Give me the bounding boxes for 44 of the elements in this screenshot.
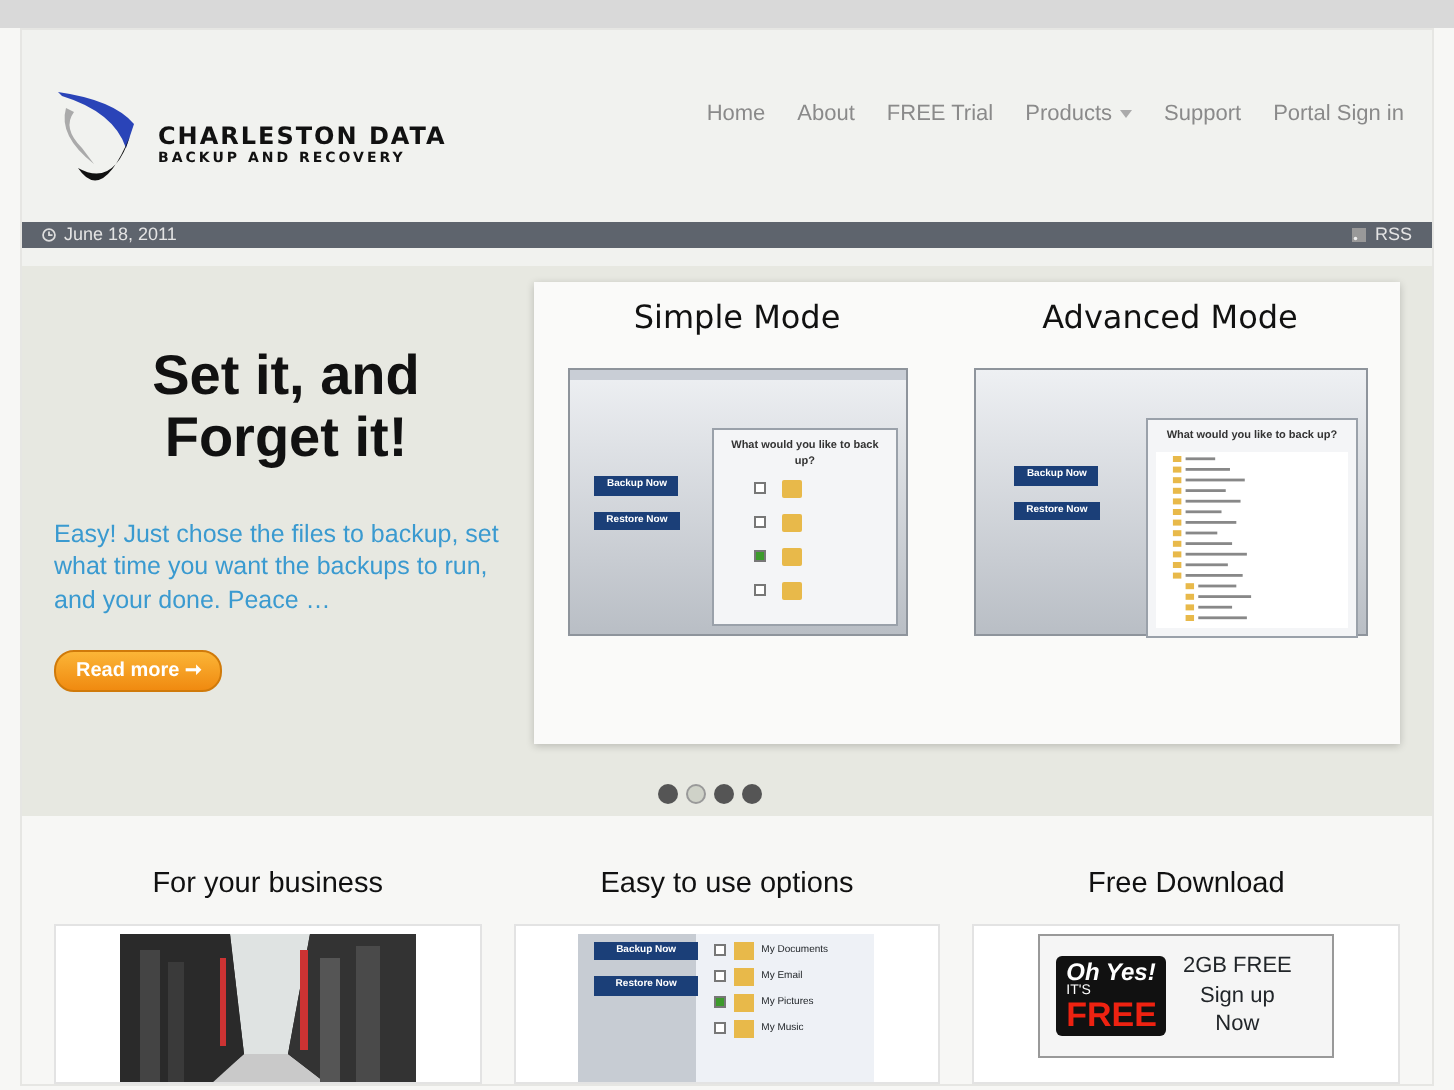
logo-title: CHARLESTON DATA <box>158 122 447 150</box>
checkbox[interactable] <box>754 584 767 596</box>
slider-dot[interactable] <box>742 784 762 804</box>
panel-title: Simple Mode <box>633 298 841 336</box>
banner-text: Sign up <box>1200 981 1275 1010</box>
badge-text: FREE <box>1066 997 1157 1032</box>
nav-link-item[interactable]: Portal Sign in <box>1273 98 1404 131</box>
nav-link-item[interactable]: About <box>797 98 855 131</box>
nav-link-item[interactable]: Products <box>1025 98 1133 131</box>
post-date: June 18, 2011 <box>64 221 177 248</box>
file-icon <box>733 1019 754 1038</box>
file-icon <box>782 581 803 599</box>
checkbox[interactable] <box>713 1022 726 1035</box>
slide-text: Easy! Just chose the files to backup, set what time you want the backups to run, and your done. Peace … <box>54 517 501 619</box>
slider-dot[interactable] <box>686 784 706 804</box>
caret-icon <box>1120 110 1133 119</box>
badge-text: Oh Yes! <box>1066 959 1157 984</box>
clock-icon <box>42 228 56 242</box>
slider-dot[interactable] <box>714 784 734 804</box>
slide-headline: Set it, and Forget it! <box>150 346 422 470</box>
file-icon <box>782 479 803 497</box>
section-heading: For your business <box>152 866 383 904</box>
panel-title: Advanced Mode <box>1042 298 1298 336</box>
rss-icon[interactable] <box>1352 228 1367 242</box>
section-heading: Easy to use options <box>600 866 854 904</box>
file-icon <box>782 513 803 531</box>
file-icon <box>733 967 754 986</box>
nav-link-item[interactable]: Support <box>1164 98 1242 131</box>
nav-link-item[interactable]: Home <box>706 98 766 131</box>
banner-text: 2GB FREE <box>1182 952 1292 982</box>
checkbox[interactable] <box>713 970 726 983</box>
section-heading: Free Download <box>1087 866 1285 904</box>
checkbox[interactable] <box>713 996 726 1009</box>
checkbox[interactable] <box>713 944 726 957</box>
nav-link-item[interactable]: FREE Trial <box>886 98 994 131</box>
file-icon <box>733 941 754 960</box>
checkbox[interactable] <box>754 516 767 528</box>
checkbox[interactable] <box>754 550 767 562</box>
checkbox[interactable] <box>754 482 767 494</box>
file-icon <box>782 547 803 565</box>
rss-link[interactable]: RSS <box>1374 221 1412 249</box>
slider-dot[interactable] <box>658 784 678 804</box>
file-icon <box>733 993 754 1012</box>
banner-text: Now <box>1215 1009 1260 1039</box>
